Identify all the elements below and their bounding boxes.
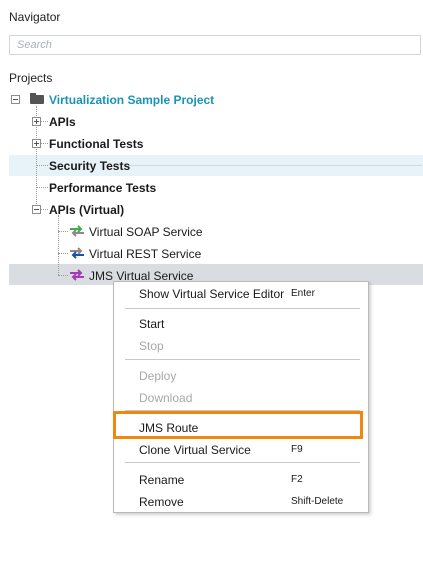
- collapse-toggle-icon[interactable]: [11, 95, 20, 104]
- menu-item-deploy: Deploy: [114, 366, 368, 386]
- menu-item-label: Deploy: [139, 369, 177, 383]
- tree-connector: [40, 121, 48, 122]
- tree-item-apis-virtual[interactable]: APIs (Virtual): [49, 203, 124, 217]
- menu-item-label: Show Virtual Service Editor: [139, 287, 285, 301]
- expand-toggle-icon[interactable]: [32, 139, 41, 148]
- project-name[interactable]: Virtualization Sample Project: [49, 93, 214, 107]
- tree-item-functional-tests[interactable]: Functional Tests: [49, 137, 143, 151]
- menu-item-download: Download: [114, 388, 368, 408]
- folder-icon: [30, 93, 44, 104]
- menu-item-label: Remove: [139, 495, 184, 509]
- menu-item-shortcut: F9: [291, 444, 303, 455]
- tree-connector: [40, 209, 48, 210]
- menu-item-label: Stop: [139, 339, 164, 353]
- navigator-header: Navigator: [0, 0, 423, 32]
- menu-item-label: Rename: [139, 473, 185, 487]
- tree-item-performance-tests[interactable]: Performance Tests: [49, 181, 156, 195]
- collapse-toggle-icon[interactable]: [32, 205, 41, 214]
- menu-separator: [125, 308, 360, 309]
- tree-connector: [58, 275, 68, 276]
- context-menu: Show Virtual Service Editor Enter Start …: [113, 281, 369, 513]
- tree-connector: [58, 253, 68, 254]
- menu-item-show-virtual-service-editor[interactable]: Show Virtual Service Editor Enter: [114, 284, 368, 304]
- projects-root-label: Projects: [9, 71, 53, 85]
- jms-service-icon: [70, 269, 84, 281]
- menu-separator: [125, 462, 360, 463]
- menu-item-shortcut: Shift-Delete: [291, 496, 344, 507]
- drop-indicator-line: [128, 165, 422, 166]
- tree-item-security-tests[interactable]: Security Tests: [49, 159, 130, 173]
- menu-item-shortcut: Enter: [291, 288, 315, 299]
- menu-item-clone-virtual-service[interactable]: Clone Virtual Service F9: [114, 440, 368, 460]
- menu-separator: [125, 359, 360, 360]
- menu-item-stop: Stop: [114, 336, 368, 356]
- menu-item-label: Clone Virtual Service: [139, 443, 251, 457]
- navigator-title: Navigator: [9, 10, 61, 24]
- menu-item-remove[interactable]: Remove Shift-Delete: [114, 492, 368, 512]
- menu-item-shortcut: F2: [291, 474, 303, 485]
- menu-item-start[interactable]: Start: [114, 314, 368, 334]
- tree-item-virtual-rest-service[interactable]: Virtual REST Service: [89, 247, 201, 261]
- rest-service-icon: [70, 247, 84, 259]
- menu-item-label: Start: [139, 317, 165, 331]
- menu-item-label: Download: [139, 391, 193, 405]
- soap-service-icon: [70, 225, 84, 237]
- expand-toggle-icon[interactable]: [32, 117, 41, 126]
- tree-connector: [40, 143, 48, 144]
- jms-route-highlight-box: [113, 411, 363, 439]
- menu-item-rename[interactable]: Rename F2: [114, 470, 368, 490]
- tree-item-apis[interactable]: APIs: [49, 115, 76, 129]
- search-input[interactable]: [10, 36, 420, 54]
- search-box[interactable]: [9, 35, 421, 55]
- tree-connector: [36, 165, 48, 166]
- tree-connector: [36, 187, 48, 188]
- tree-item-virtual-soap-service[interactable]: Virtual SOAP Service: [89, 225, 203, 239]
- tree-connector: [58, 215, 59, 275]
- tree-connector: [58, 231, 68, 232]
